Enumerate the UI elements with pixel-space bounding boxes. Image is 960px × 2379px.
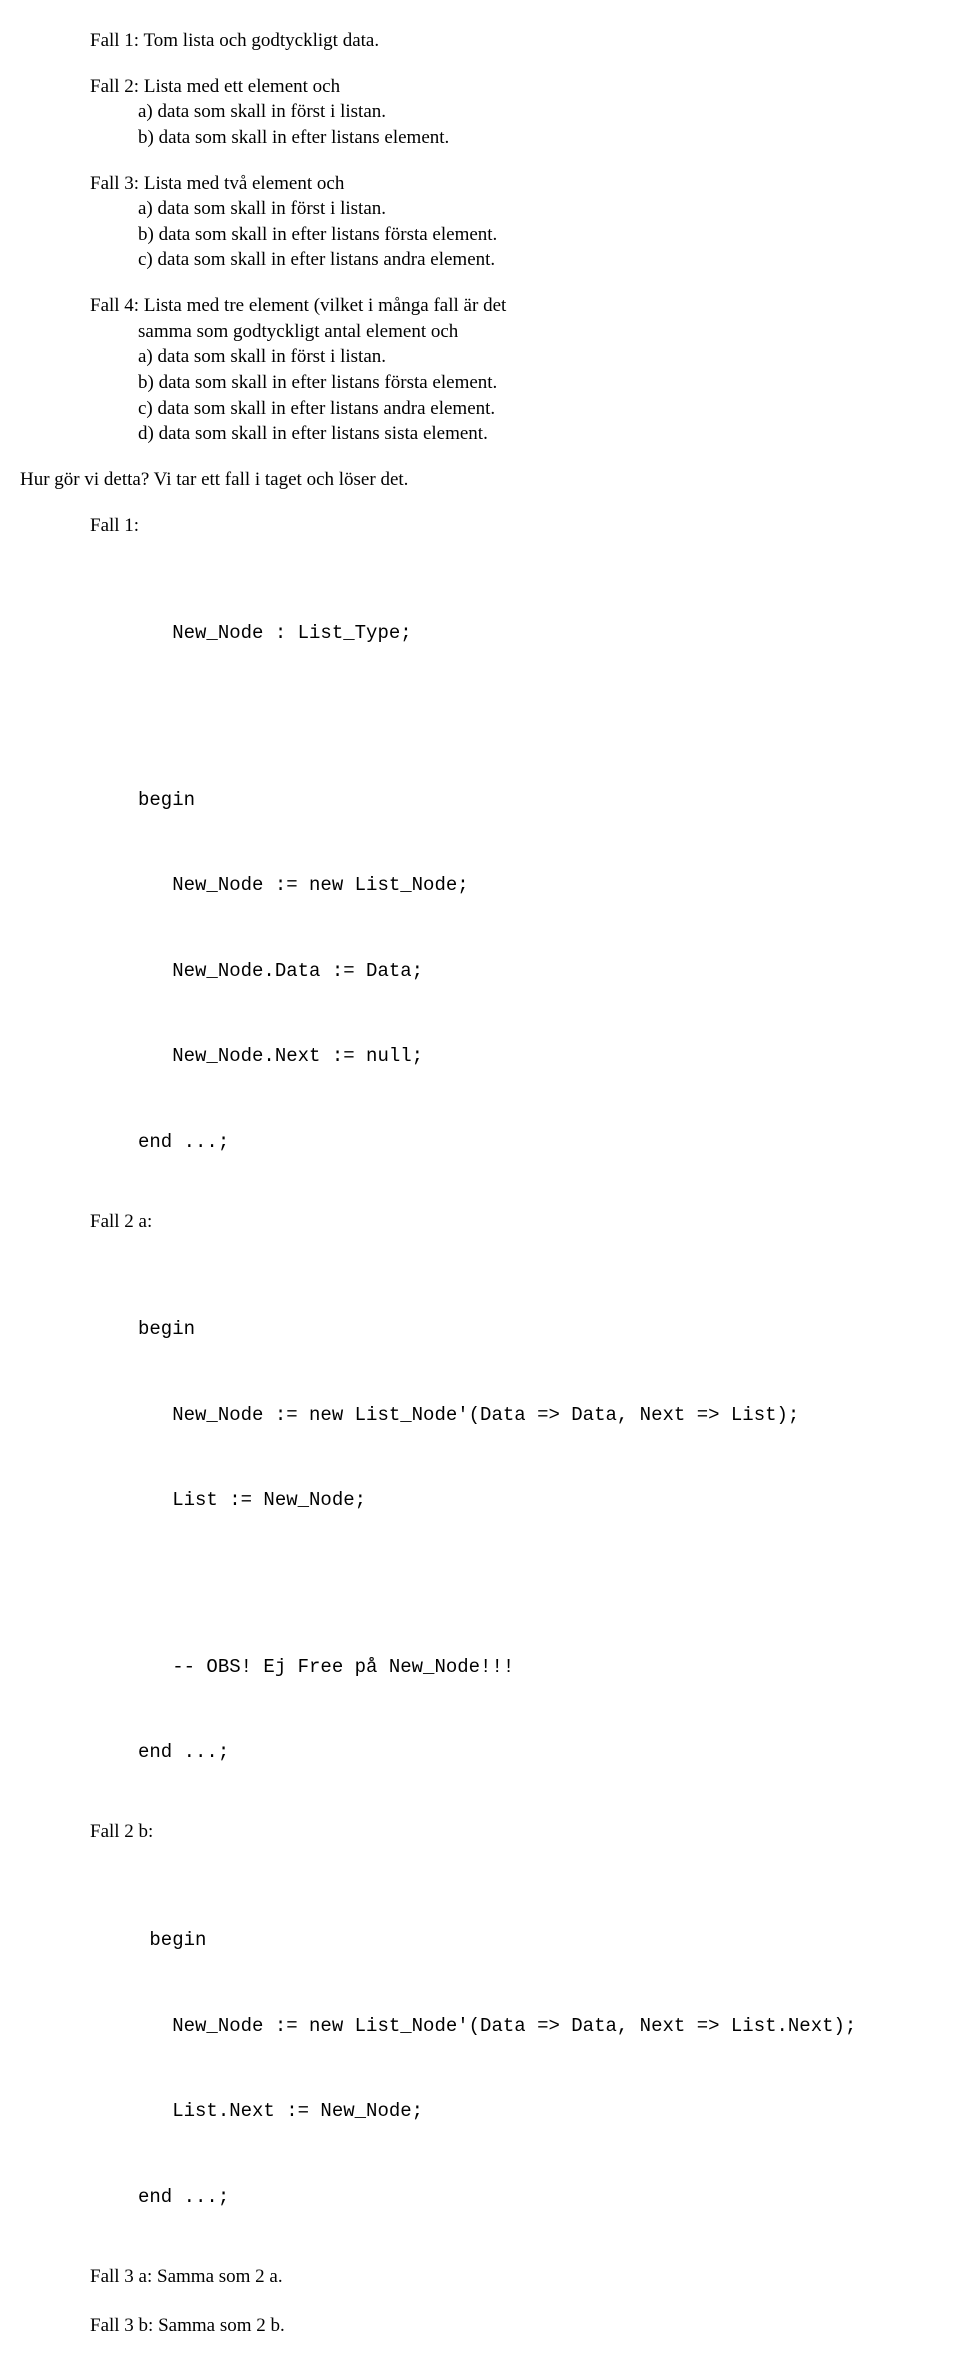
case-1-title: Fall 1: Tom lista och godtyckligt data. xyxy=(90,28,940,54)
fall-1-label: Fall 1: xyxy=(90,513,940,539)
case-4-a: a) data som skall in först i listan. xyxy=(138,344,940,370)
fall-3a: Fall 3 a: Samma som 2 a. xyxy=(90,2264,940,2290)
fall-1-code: New_Node : List_Type; begin New_Node := … xyxy=(138,562,940,1185)
case-4-b: b) data som skall in efter listans först… xyxy=(138,370,940,396)
code-line: -- OBS! Ej Free på New_Node!!! xyxy=(138,1653,940,1682)
code-line: New_Node.Data := Data; xyxy=(138,957,940,986)
case-2: Fall 2: Lista med ett element och a) dat… xyxy=(90,74,940,151)
code-line: begin xyxy=(138,1926,940,1955)
case-4-d: d) data som skall in efter listans sista… xyxy=(138,421,940,447)
case-4-title2: samma som godtyckligt antal element och xyxy=(138,319,940,345)
case-4-c: c) data som skall in efter listans andra… xyxy=(138,396,940,422)
code-line: List := New_Node; xyxy=(138,1486,940,1515)
case-3-b: b) data som skall in efter listans först… xyxy=(138,222,940,248)
fall-2b-label: Fall 2 b: xyxy=(90,1819,940,1845)
fall-2a-label: Fall 2 a: xyxy=(90,1209,940,1235)
case-2-title: Fall 2: Lista med ett element och xyxy=(90,74,940,100)
code-line: begin xyxy=(138,786,940,815)
fall-3b: Fall 3 b: Samma som 2 b. xyxy=(90,2313,940,2339)
code-line: end ...; xyxy=(138,1738,940,1767)
case-4-title: Fall 4: Lista med tre element (vilket i … xyxy=(90,293,940,319)
case-3: Fall 3: Lista med två element och a) dat… xyxy=(90,171,940,274)
code-line: begin xyxy=(138,1315,940,1344)
case-4: Fall 4: Lista med tre element (vilket i … xyxy=(90,293,940,447)
code-line: New_Node := new List_Node; xyxy=(138,871,940,900)
case-2-b: b) data som skall in efter listans eleme… xyxy=(138,125,940,151)
code-line: New_Node := new List_Node'(Data => Data,… xyxy=(138,2012,940,2041)
code-line: New_Node.Next := null; xyxy=(138,1042,940,1071)
code-line: end ...; xyxy=(138,2183,940,2212)
code-line: New_Node := new List_Node'(Data => Data,… xyxy=(138,1401,940,1430)
case-3-c: c) data som skall in efter listans andra… xyxy=(138,247,940,273)
case-2-a: a) data som skall in först i listan. xyxy=(138,99,940,125)
code-line: List.Next := New_Node; xyxy=(138,2097,940,2126)
code-line: end ...; xyxy=(138,1128,940,1157)
fall-2b-code: begin New_Node := new List_Node'(Data =>… xyxy=(138,1869,940,2240)
case-3-a: a) data som skall in först i listan. xyxy=(138,196,940,222)
code-line: New_Node : List_Type; xyxy=(138,619,940,648)
case-1: Fall 1: Tom lista och godtyckligt data. xyxy=(90,28,940,54)
fall-2a-code: begin New_Node := new List_Node'(Data =>… xyxy=(138,1258,940,1795)
transition: Hur gör vi detta? Vi tar ett fall i tage… xyxy=(20,467,940,493)
case-3-title: Fall 3: Lista med två element och xyxy=(90,171,940,197)
transition-text: Hur gör vi detta? Vi tar ett fall i tage… xyxy=(20,467,940,493)
